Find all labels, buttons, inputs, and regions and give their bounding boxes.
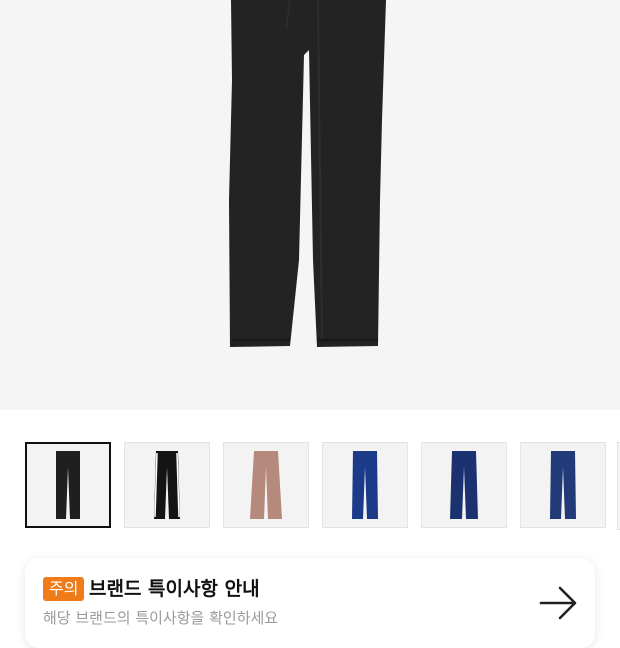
thumbnail-3[interactable]	[322, 442, 408, 528]
pants-thumbnail-icon	[56, 451, 80, 519]
thumbnail-0[interactable]	[25, 442, 111, 528]
thumbnail-1[interactable]	[124, 442, 210, 528]
product-main-image[interactable]	[0, 0, 620, 410]
notice-subtitle: 해당 브랜드의 특이사항을 확인하세요	[43, 609, 279, 627]
thumbnail-2[interactable]	[223, 442, 309, 528]
pants-thumbnail-icon	[250, 451, 282, 519]
pants-thumbnail-icon	[450, 451, 478, 519]
pants-thumbnail-icon	[352, 451, 378, 519]
arrow-right-icon[interactable]	[539, 586, 579, 620]
pants-thumbnail-icon	[550, 451, 576, 519]
thumbnail-4[interactable]	[421, 442, 507, 528]
pants-thumbnail-icon	[154, 451, 180, 519]
notice-title: 브랜드 특이사항 안내	[89, 578, 260, 600]
thumbnail-5[interactable]	[520, 442, 606, 528]
thumbnail-list	[25, 442, 606, 528]
pants-image	[229, 0, 386, 347]
brand-notice-card[interactable]: 주의 브랜드 특이사항 안내 해당 브랜드의 특이사항을 확인하세요	[25, 558, 595, 648]
caution-badge: 주의	[43, 577, 85, 601]
